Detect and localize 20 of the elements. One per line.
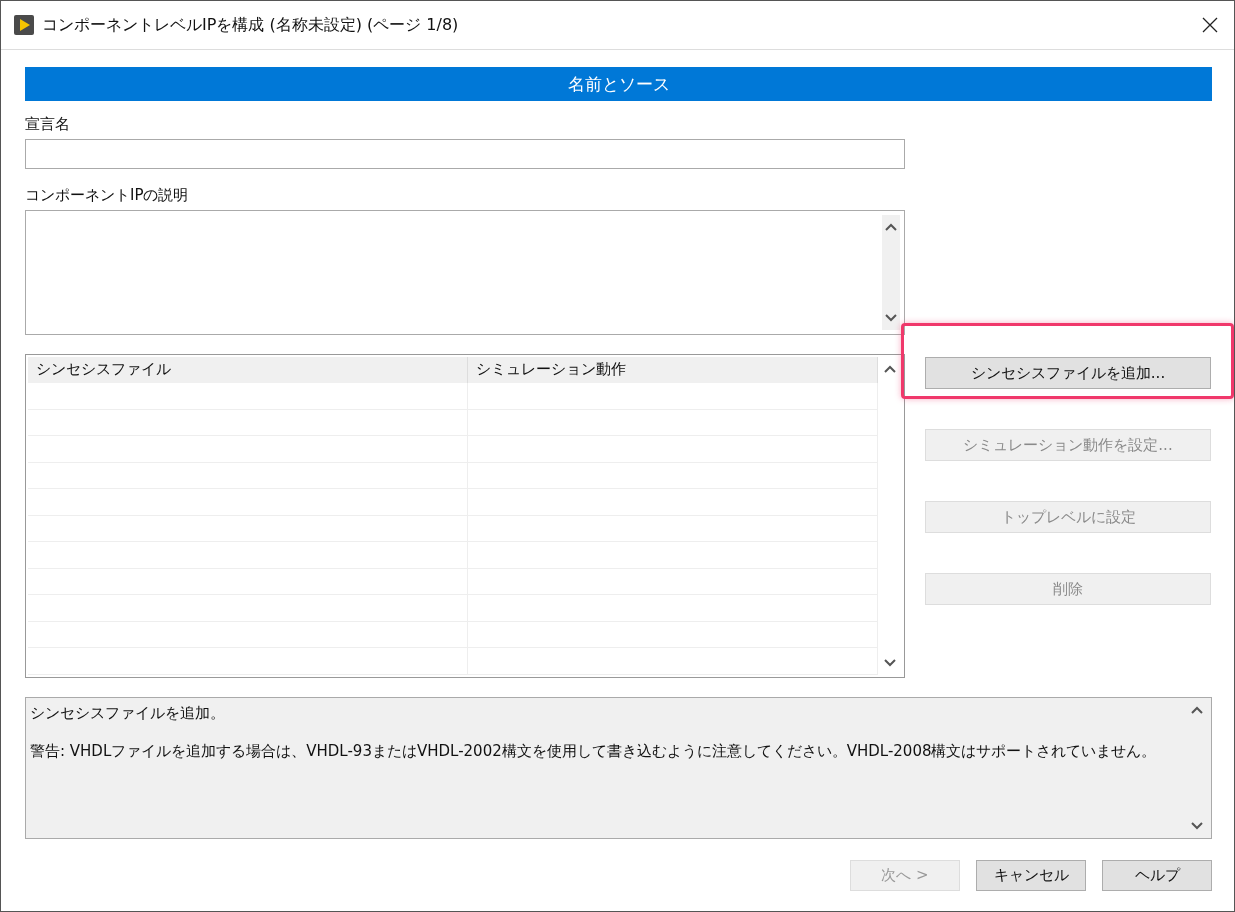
dialog-button[interactable]: キャンセル [976, 860, 1086, 891]
input-field[interactable] [25, 139, 905, 169]
field-label: コンポーネントIPの説明 [25, 186, 190, 206]
action-button[interactable]: シンセシスファイルを追加... [925, 357, 1211, 389]
close-icon[interactable] [1202, 17, 1218, 33]
field-label: 宣言名 [25, 115, 71, 135]
scroll-down-icon[interactable] [884, 659, 896, 667]
section-header: 名前とソース [25, 67, 1212, 101]
column-header[interactable]: シンセシスファイル [28, 357, 468, 384]
scroll-up-icon[interactable] [1191, 706, 1203, 714]
scroll-up-icon[interactable] [884, 365, 896, 373]
help-text: シンセシスファイルを追加。 [30, 704, 226, 723]
window-title: コンポーネントレベルIPを構成 (名称未設定) (ページ 1/8) [42, 14, 460, 36]
dialog-button[interactable]: ヘルプ [1102, 860, 1212, 891]
scroll-down-icon[interactable] [885, 314, 897, 322]
scroll-up-icon[interactable] [885, 223, 897, 231]
scroll-down-icon[interactable] [1191, 822, 1203, 830]
scrollbar[interactable] [882, 215, 900, 330]
app-icon [14, 15, 34, 35]
help-text: 警告: VHDLファイルを追加する場合は、VHDL-93またはVHDL-2002構文を使用して書き込むように注意してください。VHDL-2008構文はサポートされていません。 [30, 742, 1158, 761]
